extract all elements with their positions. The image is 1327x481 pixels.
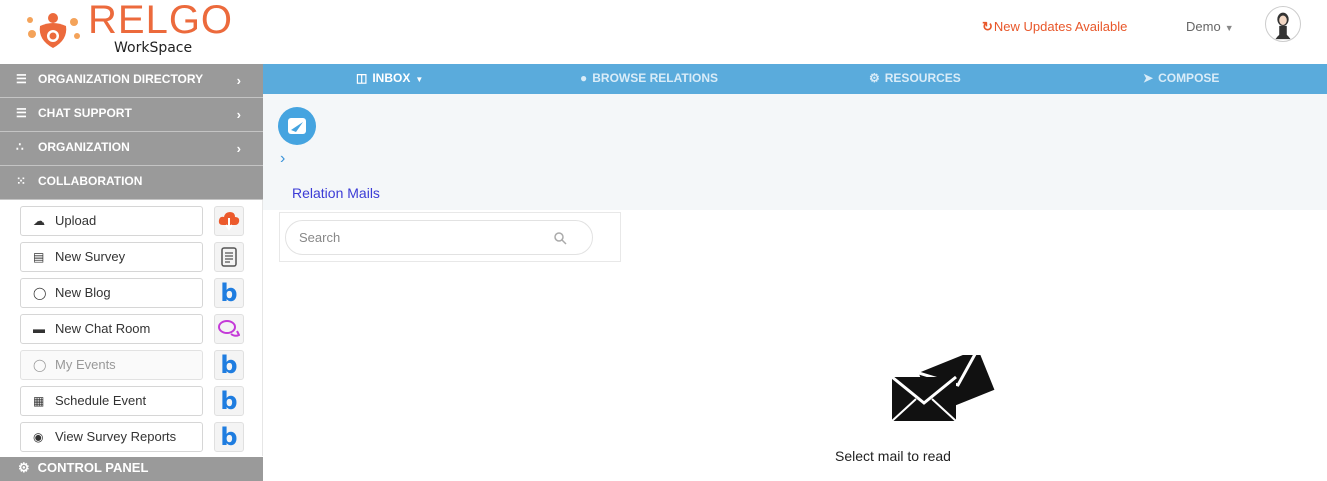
- sidebar-section-label: CONTROL PANEL: [37, 460, 149, 475]
- schedule-event-tile[interactable]: b: [214, 386, 244, 416]
- user-avatar[interactable]: [1265, 6, 1301, 42]
- tab-resources-label: RESOURCES: [884, 71, 961, 85]
- logo-people-icon: [27, 13, 80, 48]
- comment-icon: ◯: [33, 286, 47, 300]
- cloud-upload-icon: ☁: [33, 214, 45, 228]
- sidebar-section-label: ORGANIZATION DIRECTORY: [38, 72, 204, 86]
- logo-text: RELGO: [88, 0, 234, 42]
- sidebar-item-new-blog[interactable]: ◯ New Blog: [20, 278, 203, 308]
- blog-tile[interactable]: b: [214, 278, 244, 308]
- sidebar-section-control-panel[interactable]: ⚙ CONTROL PANEL: [0, 457, 263, 481]
- my-events-tile[interactable]: b: [214, 350, 244, 380]
- sidebar: ☰ ORGANIZATION DIRECTORY › ☰ CHAT SUPPORT …: [0, 64, 263, 481]
- tab-browse-relations[interactable]: ● BROWSE RELATIONS: [580, 71, 718, 85]
- caret-down-icon: ▼: [1224, 23, 1234, 33]
- sidebar-item-label: Upload: [55, 213, 97, 228]
- sidebar-item-label: View Survey Reports: [55, 429, 177, 444]
- tab-browse-label: BROWSE RELATIONS: [592, 71, 719, 85]
- section-title: Relation Mails: [292, 185, 380, 201]
- user-avatar-icon: [1275, 12, 1291, 40]
- sidebar-section-chat-support[interactable]: ☰ CHAT SUPPORT ›: [0, 98, 263, 132]
- top-navigation: ◫ INBOX ▼ ● BROWSE RELATIONS ⚙ RESOURCES ➤ CO…: [263, 64, 1327, 94]
- relgo-logo[interactable]: RELGO WorkSpace: [22, 0, 234, 58]
- chevron-right-icon: ›: [236, 107, 241, 122]
- chat-bubbles-icon: [218, 320, 241, 337]
- new-updates-link[interactable]: ↻New Updates Available: [982, 19, 1127, 35]
- sidebar-item-schedule-event[interactable]: ▦ Schedule Event: [20, 386, 203, 416]
- chevron-right-icon: ›: [236, 73, 241, 88]
- compose-circle-button[interactable]: [278, 107, 316, 145]
- app-header: RELGO WorkSpace ↻New Updates Available D…: [0, 0, 1327, 60]
- sidebar-section-organization-directory[interactable]: ☰ ORGANIZATION DIRECTORY ›: [0, 64, 263, 98]
- blog-icon: b: [220, 423, 238, 451]
- send-icon: ➤: [1143, 71, 1154, 85]
- new-updates-label: New Updates Available: [993, 19, 1128, 34]
- blog-icon: b: [220, 351, 238, 379]
- collaboration-items: ☁ Upload ▤ New Survey ◯ New Blog b ▬ New…: [0, 200, 263, 456]
- sidebar-section-label: ORGANIZATION: [38, 140, 130, 154]
- survey-reports-tile[interactable]: b: [214, 422, 244, 452]
- sidebar-item-upload[interactable]: ☁ Upload: [20, 206, 203, 236]
- sidebar-item-label: New Survey: [55, 249, 126, 264]
- search-input[interactable]: [285, 220, 593, 255]
- tab-compose-label: COMPOSE: [1158, 71, 1220, 85]
- inbox-icon: ◫: [356, 71, 368, 85]
- envelopes-icon: [891, 355, 995, 422]
- document-icon: [221, 247, 237, 267]
- calendar-icon: ▦: [33, 394, 45, 408]
- sidebar-section-label: CHAT SUPPORT: [38, 106, 132, 120]
- blog-icon: b: [220, 279, 238, 307]
- blog-icon: b: [220, 387, 238, 415]
- chevron-right-icon: ›: [236, 141, 241, 156]
- empty-state-message: Select mail to read: [835, 448, 951, 464]
- users-icon: ⁙: [16, 174, 27, 188]
- sidebar-item-view-survey-reports[interactable]: ◉ View Survey Reports: [20, 422, 203, 452]
- chat-room-tile[interactable]: [214, 314, 244, 344]
- tab-compose[interactable]: ➤ COMPOSE: [1143, 71, 1219, 85]
- cloud-download-icon: [218, 212, 240, 231]
- user-name: Demo: [1186, 19, 1221, 34]
- eye-icon: ◉: [33, 430, 44, 444]
- sidebar-item-label: New Blog: [55, 285, 111, 300]
- tab-inbox[interactable]: ◫ INBOX ▼: [356, 71, 423, 85]
- list-icon: ☰: [16, 106, 27, 120]
- sidebar-item-label: New Chat Room: [55, 321, 151, 336]
- tab-inbox-label: INBOX: [372, 71, 411, 85]
- chat-icon: ▬: [33, 322, 45, 336]
- logo-subtitle: WorkSpace: [114, 40, 193, 56]
- refresh-icon: ↻: [982, 19, 993, 34]
- sidebar-item-my-events[interactable]: ◯ My Events: [20, 350, 203, 380]
- send-icon: [288, 118, 306, 134]
- sidebar-section-organization[interactable]: ∴ ORGANIZATION ›: [0, 132, 263, 166]
- sidebar-item-label: My Events: [55, 357, 116, 372]
- content-header-area: [263, 94, 1327, 210]
- upload-tile[interactable]: [214, 206, 244, 236]
- comment-icon: ◯: [33, 358, 47, 372]
- globe-icon: ●: [580, 71, 588, 85]
- sidebar-section-collaboration[interactable]: ⁙ COLLABORATION: [0, 166, 263, 200]
- survey-tile[interactable]: [214, 242, 244, 272]
- sidebar-item-new-survey[interactable]: ▤ New Survey: [20, 242, 203, 272]
- sidebar-item-label: Schedule Event: [55, 393, 147, 408]
- cogs-icon: ⚙: [869, 71, 880, 85]
- user-menu-dropdown[interactable]: Demo ▼: [1186, 19, 1234, 34]
- sidebar-section-label: COLLABORATION: [38, 174, 143, 188]
- tab-resources[interactable]: ⚙ RESOURCES: [869, 71, 961, 85]
- sitemap-icon: ∴: [16, 140, 24, 154]
- cogs-icon: ⚙: [18, 460, 30, 475]
- list-icon: ☰: [16, 72, 27, 86]
- survey-icon: ▤: [33, 250, 45, 264]
- caret-down-icon: ▼: [415, 75, 424, 84]
- sidebar-item-new-chat-room[interactable]: ▬ New Chat Room: [20, 314, 203, 344]
- chevron-right-icon[interactable]: ›: [280, 150, 285, 168]
- search-icon[interactable]: [553, 231, 567, 245]
